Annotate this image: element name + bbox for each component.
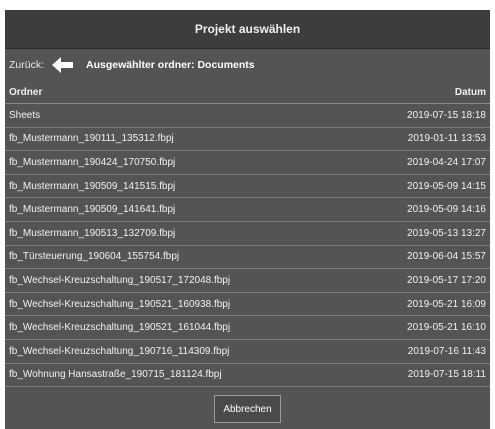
table-row[interactable]: Sheets 2019-07-15 18:18 — [5, 104, 490, 128]
table-row[interactable]: fb_Wohnung Hansastraße_190715_181124.fbp… — [5, 364, 490, 388]
row-date: 2019-05-09 14:15 — [407, 180, 486, 192]
row-date: 2019-05-17 17:20 — [407, 274, 486, 286]
row-date: 2019-01-11 13:53 — [407, 133, 486, 145]
navigation-row: Zurück: Ausgewählter ordner: Documents — [5, 49, 490, 81]
row-name: Sheets — [9, 109, 41, 121]
row-name: fb_Türsteuerung_190604_155754.fbpj — [9, 251, 180, 263]
column-header-date: Datum — [454, 86, 486, 98]
selected-folder-label: Ausgewählter ordner: Documents — [86, 59, 255, 71]
row-name: fb_Wechsel-Kreuzschaltung_190521_160938.… — [9, 298, 231, 310]
table-row[interactable]: fb_Mustermann_190424_170750.fbpj 2019-04-… — [5, 151, 490, 175]
folder-list: Sheets 2019-07-15 18:18 fb_Mustermann_1901… — [5, 104, 490, 388]
table-row[interactable]: fb_Wechsel-Kreuzschaltung_190521_160938.… — [5, 293, 490, 317]
table-row[interactable]: fb_Wechsel-Kreuzschaltung_190716_114309.… — [5, 340, 490, 364]
table-row[interactable]: fb_Mustermann_190111_135312.fbpj 2019-01-… — [5, 128, 490, 152]
table-row[interactable]: fb_Wechsel-Kreuzschaltung_190521_161044.… — [5, 316, 490, 340]
table-row[interactable]: fb_Mustermann_190513_132709.fbpj 2019-05-… — [5, 222, 490, 246]
row-date: 2019-05-21 16:09 — [407, 298, 486, 310]
row-name: fb_Wechsel-Kreuzschaltung_190716_114309.… — [9, 345, 230, 357]
back-arrow-icon[interactable] — [52, 57, 74, 73]
row-name: fb_Mustermann_190509_141641.fbpj — [9, 204, 176, 216]
back-label: Zurück: — [9, 59, 45, 71]
row-name: fb_Mustermann_190513_132709.fbpj — [9, 227, 176, 239]
project-select-dialog: Projekt auswählen Zurück: Ausgewählter o… — [5, 10, 490, 429]
row-name: fb_Mustermann_190424_170750.fbpj — [9, 156, 176, 168]
row-date: 2019-05-09 14:16 — [407, 204, 486, 216]
row-name: fb_Wechsel-Kreuzschaltung_190521_161044.… — [9, 322, 231, 334]
row-name: fb_Mustermann_190111_135312.fbpj — [9, 133, 174, 145]
row-date: 2019-07-16 11:43 — [407, 345, 486, 357]
row-name: fb_Wechsel-Kreuzschaltung_190517_172048.… — [9, 274, 231, 286]
column-header-folder: Ordner — [9, 86, 43, 98]
cancel-button[interactable]: Abbrechen — [214, 395, 281, 423]
row-date: 2019-04-24 17:07 — [407, 156, 486, 168]
dialog-title: Projekt auswählen — [5, 10, 490, 49]
table-header: Ordner Datum — [5, 81, 490, 104]
table-row[interactable]: fb_Wechsel-Kreuzschaltung_190517_172048.… — [5, 269, 490, 293]
table-row[interactable]: fb_Mustermann_190509_141641.fbpj 2019-05-… — [5, 198, 490, 222]
dialog-footer: Abbrechen — [5, 395, 490, 423]
row-date: 2019-05-21 16:10 — [407, 322, 486, 334]
row-date: 2019-05-13 13:27 — [407, 227, 486, 239]
row-date: 2019-06-04 15:57 — [407, 251, 486, 263]
table-row[interactable]: fb_Türsteuerung_190604_155754.fbpj 2019-0… — [5, 246, 490, 270]
row-date: 2019-07-15 18:11 — [407, 369, 486, 381]
table-row[interactable]: fb_Mustermann_190509_141515.fbpj 2019-05-… — [5, 175, 490, 199]
row-date: 2019-07-15 18:18 — [407, 109, 486, 121]
row-name: fb_Mustermann_190509_141515.fbpj — [9, 180, 176, 192]
row-name: fb_Wohnung Hansastraße_190715_181124.fbp… — [9, 369, 222, 381]
